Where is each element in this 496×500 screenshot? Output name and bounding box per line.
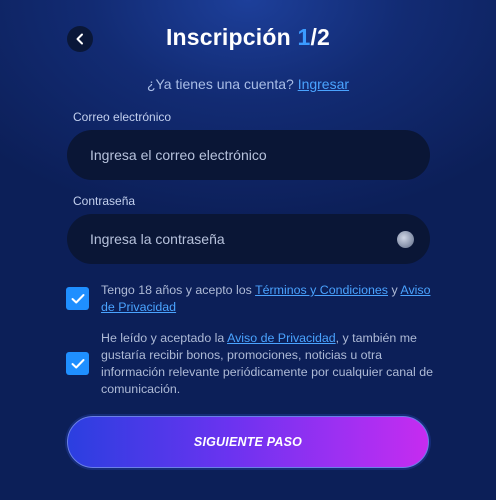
terms-link[interactable]: Términos y Condiciones [255,283,388,297]
consent-age-text-before: Tengo 18 años y acepto los [101,283,256,297]
password-label: Contraseña [73,194,136,208]
password-field-wrapper [67,214,430,264]
next-step-label: SIGUIENTE PASO [193,435,303,449]
step-total: /2 [310,24,331,50]
consent-age-row: Tengo 18 años y acepto los Términos y Co… [66,282,436,322]
page-title-text: Inscripción [165,24,298,50]
login-question: ¿Ya tienes una cuenta? [146,76,298,92]
privacy-notice-link[interactable]: Aviso de Privacidad [227,331,336,345]
step-current: 1 [297,24,311,50]
consent-age-text: Tengo 18 años y acepto los Términos y Co… [101,282,441,316]
password-field[interactable] [67,214,430,264]
consent-marketing-checkbox[interactable] [66,352,89,375]
signup-panel: Inscripción 1/2 ¿Ya tienes una cuenta? I… [0,0,496,500]
login-prompt: ¿Ya tienes una cuenta? Ingresar [0,76,496,92]
consent-marketing-text: He leído y aceptado la Aviso de Privacid… [101,330,441,398]
email-field[interactable] [67,130,430,180]
consent-marketing-text-before: He leído y aceptado la [101,331,228,345]
consent-age-text-middle: y [388,283,401,297]
page-title: Inscripción 1/2 [0,24,496,51]
eye-icon[interactable] [397,231,414,248]
next-step-button[interactable]: SIGUIENTE PASO [67,416,429,468]
email-label: Correo electrónico [73,110,172,124]
consent-marketing-row: He leído y aceptado la Aviso de Privacid… [66,330,436,400]
checkmark-icon [71,358,84,368]
consent-age-checkbox[interactable] [66,287,89,310]
login-link[interactable]: Ingresar [298,76,349,92]
email-field-wrapper [67,130,430,180]
checkmark-icon [71,293,84,303]
